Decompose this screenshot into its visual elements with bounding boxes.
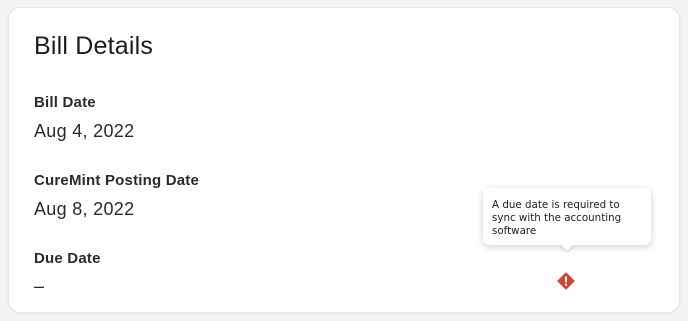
bill-date-label: Bill Date <box>34 94 96 111</box>
warning-diamond-icon[interactable] <box>557 272 575 290</box>
bill-date-value: Aug 4, 2022 <box>34 121 135 141</box>
due-date-tooltip: A due date is required to sync with the … <box>483 188 651 245</box>
tooltip-arrow <box>560 244 574 251</box>
tooltip-text: A due date is required to sync with the … <box>492 199 622 237</box>
card-title: Bill Details <box>34 32 154 60</box>
due-date-label: Due Date <box>34 250 101 267</box>
bill-details-card: Bill Details Bill Date Aug 4, 2022 CureM… <box>8 7 680 313</box>
posting-date-value: Aug 8, 2022 <box>34 199 135 219</box>
posting-date-label: CureMint Posting Date <box>34 172 200 189</box>
due-date-value: – <box>34 276 45 296</box>
